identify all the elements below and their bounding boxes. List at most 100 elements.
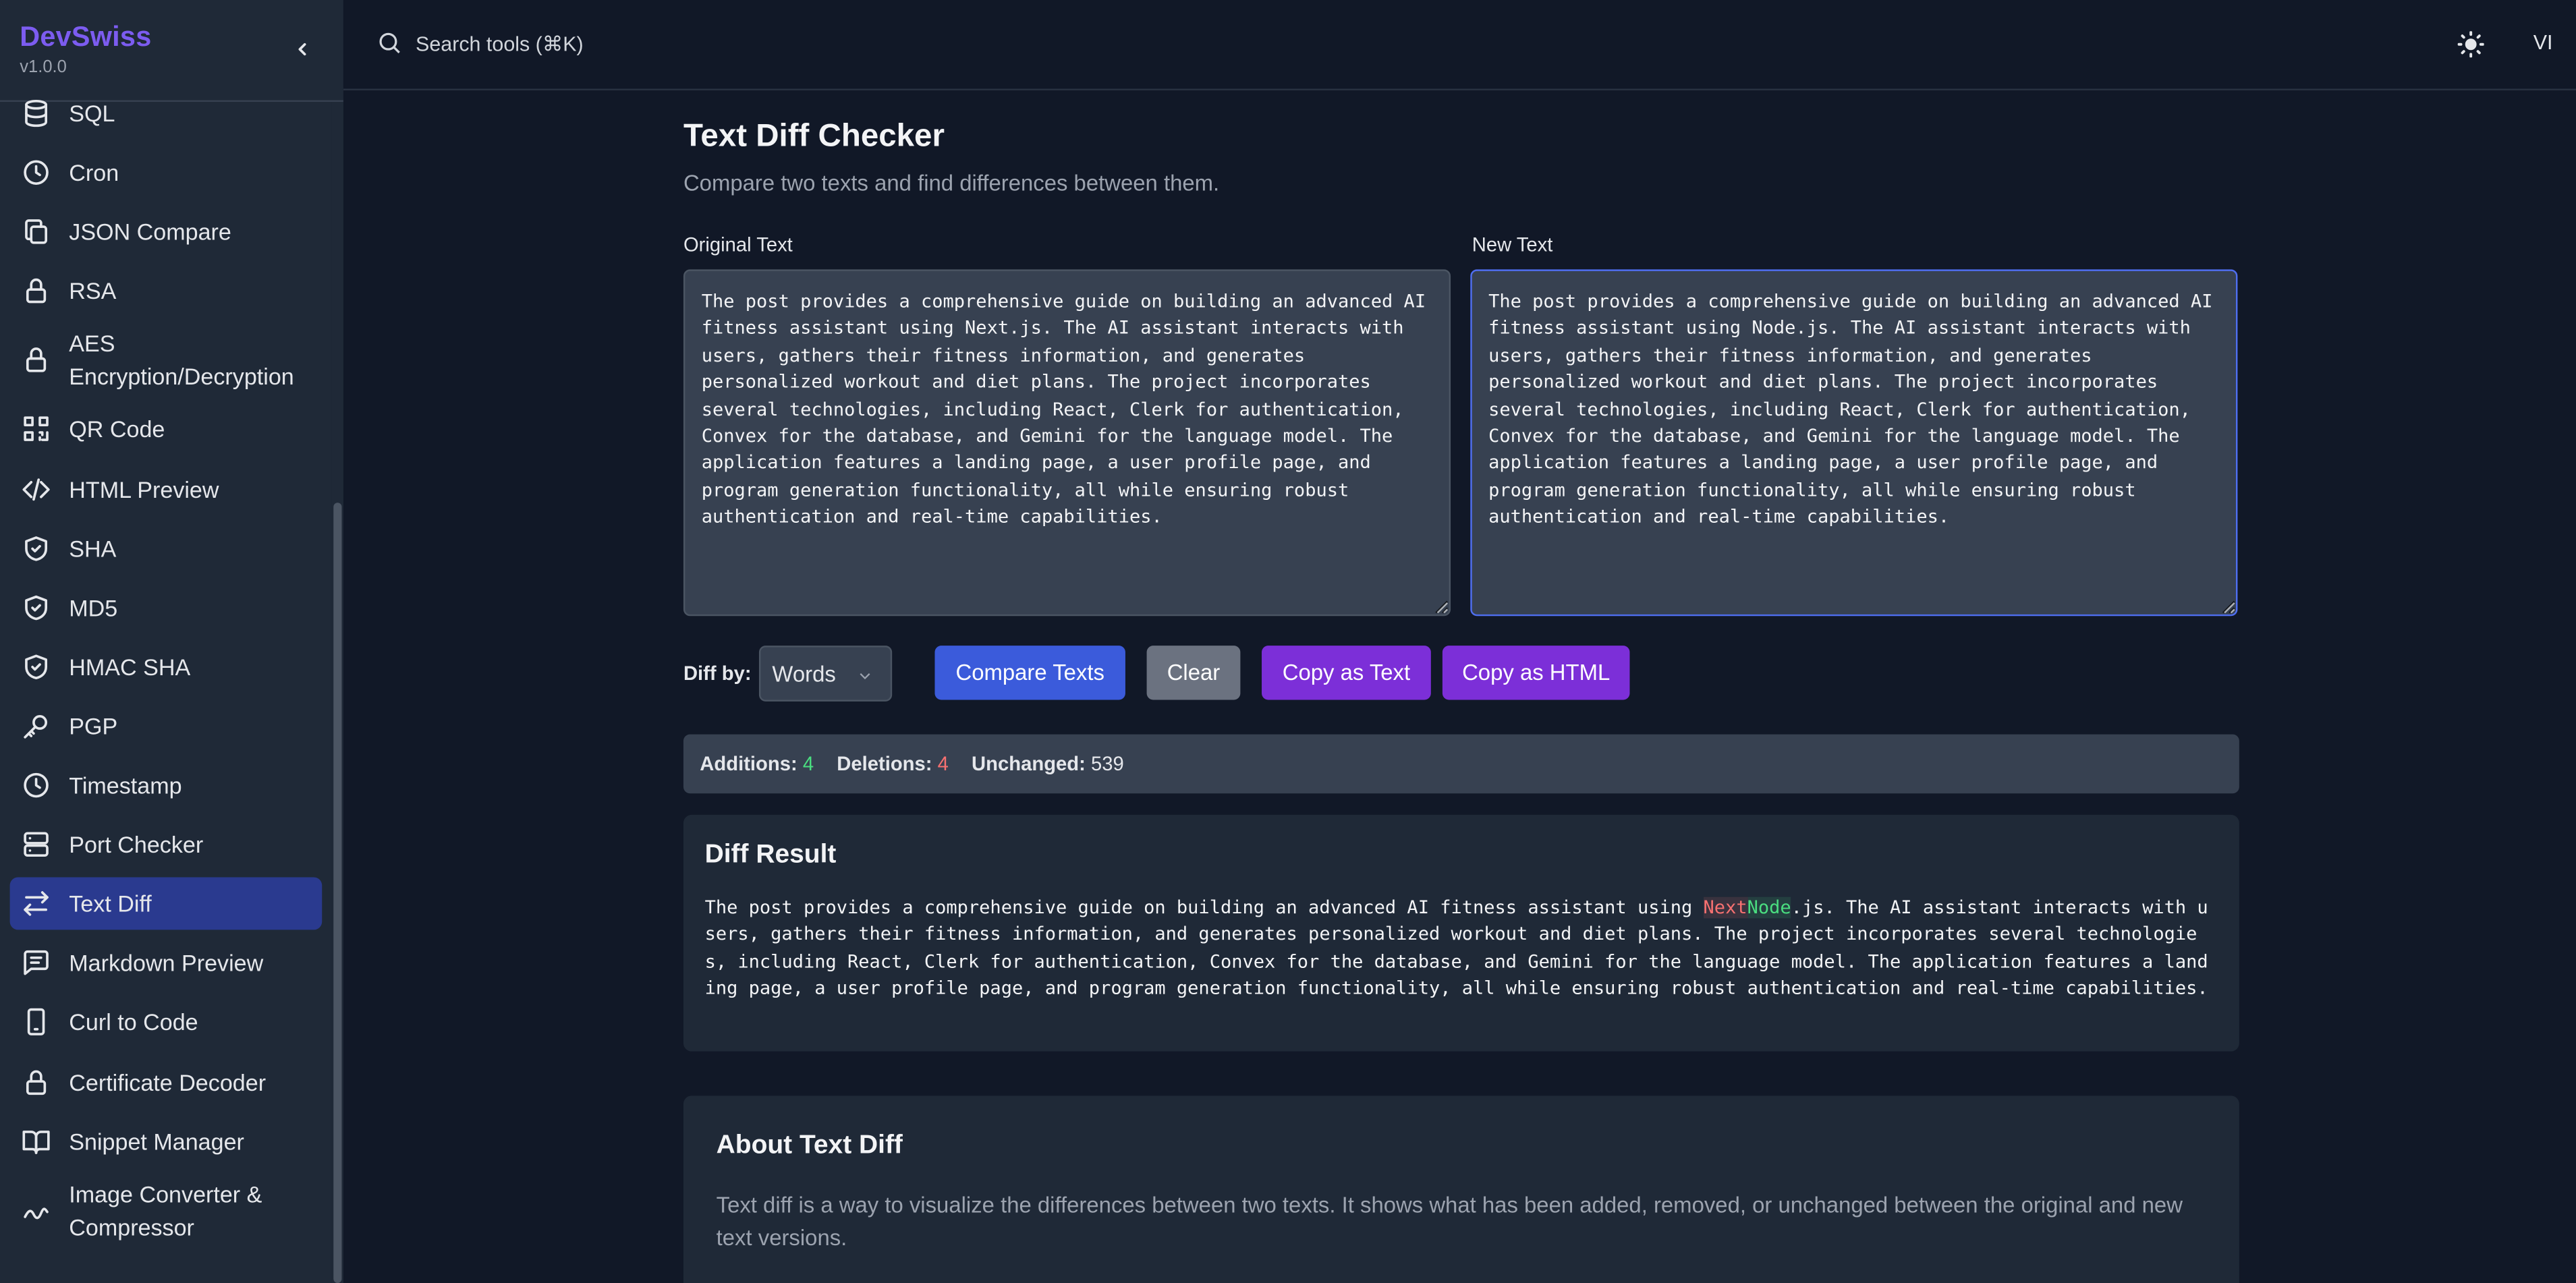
original-text-input[interactable]: The post provides a comprehensive guide … bbox=[683, 269, 1451, 617]
message-square-icon bbox=[22, 948, 51, 978]
sidebar-item-label: Port Checker bbox=[69, 831, 204, 858]
diff-unchanged-segment: The post provides a comprehensive guide … bbox=[704, 896, 1704, 919]
sidebar-item-certificate-decoder[interactable]: Certificate Decoder bbox=[10, 1056, 323, 1108]
diff-result-title: Diff Result bbox=[704, 840, 837, 869]
sidebar-item-curl-to-code[interactable]: Curl to Code bbox=[10, 996, 323, 1049]
sidebar-item-port-checker[interactable]: Port Checker bbox=[10, 818, 323, 871]
sidebar-item-label: Markdown Preview bbox=[69, 950, 264, 977]
page-title: Text Diff Checker bbox=[683, 118, 945, 154]
sidebar-item-label: AES Encryption/Decryption bbox=[69, 331, 294, 391]
sidebar-item-hmac-sha[interactable]: HMAC SHA bbox=[10, 640, 323, 693]
sidebar-item-label: SHA bbox=[69, 535, 117, 562]
sidebar-item-html-preview[interactable]: HTML Preview bbox=[10, 463, 323, 515]
sidebar-item-aes[interactable]: AES Encryption/Decryption bbox=[10, 324, 323, 397]
diff-by-label: Diff by: bbox=[683, 662, 752, 685]
deletions-label: Deletions: bbox=[837, 752, 932, 776]
additions-stat: Additions: 4 bbox=[700, 752, 814, 775]
phone-icon bbox=[22, 1008, 51, 1037]
sidebar-item-label: Image Converter & Compressor bbox=[69, 1180, 262, 1240]
deletions-count: 4 bbox=[937, 752, 949, 776]
sidebar-item-label: Curl to Code bbox=[69, 1009, 198, 1036]
app-name: DevSwiss bbox=[20, 21, 152, 53]
additions-count: 4 bbox=[802, 752, 814, 776]
lock-icon bbox=[22, 1067, 51, 1097]
diff-removed-segment: Next bbox=[1703, 896, 1747, 919]
sidebar-item-label: QR Code bbox=[69, 416, 165, 443]
sidebar-item-label: Cron bbox=[69, 159, 119, 186]
diff-by-value: Words bbox=[772, 661, 836, 686]
search-icon bbox=[379, 32, 400, 54]
sidebar-item-label: Timestamp bbox=[69, 772, 182, 799]
sidebar: DevSwiss v1.0.0 SQL Cron JSON Compare RS… bbox=[0, 0, 343, 1283]
sidebar-item-cron[interactable]: Cron bbox=[10, 146, 323, 199]
topbar: Search tools (⌘K) VI bbox=[343, 0, 2576, 90]
page-subtitle: Compare two texts and find differences b… bbox=[683, 171, 1220, 196]
book-open-icon bbox=[22, 1127, 51, 1156]
shield-check-icon bbox=[22, 534, 51, 563]
copy-icon bbox=[22, 217, 51, 247]
lock-icon bbox=[22, 345, 51, 375]
sidebar-item-label: Text Diff bbox=[69, 890, 152, 917]
brand: DevSwiss v1.0.0 bbox=[20, 22, 151, 78]
sidebar-item-qr-code[interactable]: QR Code bbox=[10, 403, 323, 456]
sidebar-scrollbar-thumb[interactable] bbox=[333, 503, 342, 1283]
unchanged-label: Unchanged: bbox=[972, 752, 1086, 776]
new-text-input[interactable]: The post provides a comprehensive guide … bbox=[1470, 269, 2238, 617]
compare-texts-button[interactable]: Compare Texts bbox=[934, 646, 1125, 700]
sidebar-item-label: HMAC SHA bbox=[69, 653, 191, 680]
sidebar-item-snippet-manager[interactable]: Snippet Manager bbox=[10, 1115, 323, 1168]
additions-label: Additions: bbox=[700, 752, 797, 776]
app-version: v1.0.0 bbox=[20, 57, 67, 78]
sidebar-item-label: MD5 bbox=[69, 594, 118, 621]
clear-button[interactable]: Clear bbox=[1146, 646, 1241, 700]
server-icon bbox=[22, 830, 51, 859]
about-panel: About Text Diff Text diff is a way to vi… bbox=[683, 1095, 2239, 1283]
diff-result-panel: Diff Result The post provides a comprehe… bbox=[683, 814, 2239, 1052]
sidebar-item-label: JSON Compare bbox=[69, 219, 231, 246]
sidebar-item-label: PGP bbox=[69, 712, 118, 739]
new-text-label: New Text bbox=[1472, 233, 1553, 256]
sidebar-item-timestamp[interactable]: Timestamp bbox=[10, 759, 323, 811]
key-icon bbox=[22, 711, 51, 741]
sidebar-item-markdown-preview[interactable]: Markdown Preview bbox=[10, 937, 323, 990]
sidebar-item-pgp[interactable]: PGP bbox=[10, 700, 323, 752]
search-placeholder: Search tools (⌘K) bbox=[416, 32, 584, 55]
code-icon bbox=[22, 474, 51, 504]
sun-icon[interactable] bbox=[2457, 31, 2484, 58]
chevron-left-icon bbox=[298, 42, 306, 56]
original-text-label: Original Text bbox=[683, 233, 793, 256]
shield-check-icon bbox=[22, 652, 51, 681]
search-button[interactable]: Search tools (⌘K) bbox=[376, 30, 584, 56]
sidebar-nav: SQL Cron JSON Compare RSA AES Encryption… bbox=[9, 87, 323, 1253]
unchanged-stat: Unchanged: 539 bbox=[972, 752, 1124, 775]
sidebar-item-json-compare[interactable]: JSON Compare bbox=[10, 206, 323, 258]
sidebar-item-rsa[interactable]: RSA bbox=[10, 265, 323, 318]
diff-by-select[interactable]: Words bbox=[758, 646, 893, 702]
copy-as-html-button[interactable]: Copy as HTML bbox=[1442, 646, 1630, 700]
database-icon bbox=[22, 98, 51, 128]
unchanged-count: 539 bbox=[1091, 752, 1124, 776]
about-title: About Text Diff bbox=[716, 1131, 903, 1160]
diff-controls: Diff by: Words Compare Texts Clear Copy … bbox=[683, 646, 2239, 702]
diff-stats: Additions: 4 Deletions: 4 Unchanged: 539 bbox=[683, 734, 2239, 794]
copy-as-text-button[interactable]: Copy as Text bbox=[1262, 646, 1431, 700]
lock-icon bbox=[22, 277, 51, 306]
sidebar-item-sha[interactable]: SHA bbox=[10, 522, 323, 575]
clock-icon bbox=[22, 158, 51, 188]
wave-icon bbox=[22, 1195, 51, 1225]
chevron-down-icon bbox=[860, 673, 870, 680]
about-text: Text diff is a way to visualize the diff… bbox=[716, 1193, 2183, 1251]
deletions-stat: Deletions: 4 bbox=[837, 752, 949, 775]
sidebar-item-sql[interactable]: SQL bbox=[10, 87, 323, 140]
arrows-exchange-icon bbox=[22, 889, 51, 919]
user-avatar[interactable]: VI bbox=[2533, 31, 2553, 54]
sidebar-item-label: Certificate Decoder bbox=[69, 1068, 267, 1095]
sidebar-item-label: HTML Preview bbox=[69, 476, 219, 503]
sidebar-item-md5[interactable]: MD5 bbox=[10, 581, 323, 634]
sidebar-item-text-diff[interactable]: Text Diff bbox=[9, 878, 323, 930]
sidebar-item-image-converter[interactable]: Image Converter & Compressor bbox=[10, 1174, 323, 1247]
collapse-sidebar-button[interactable] bbox=[286, 31, 319, 67]
qr-code-icon bbox=[22, 415, 51, 445]
sidebar-item-label: SQL bbox=[69, 100, 115, 127]
diff-result-text: The post provides a comprehensive guide … bbox=[705, 895, 2210, 1003]
